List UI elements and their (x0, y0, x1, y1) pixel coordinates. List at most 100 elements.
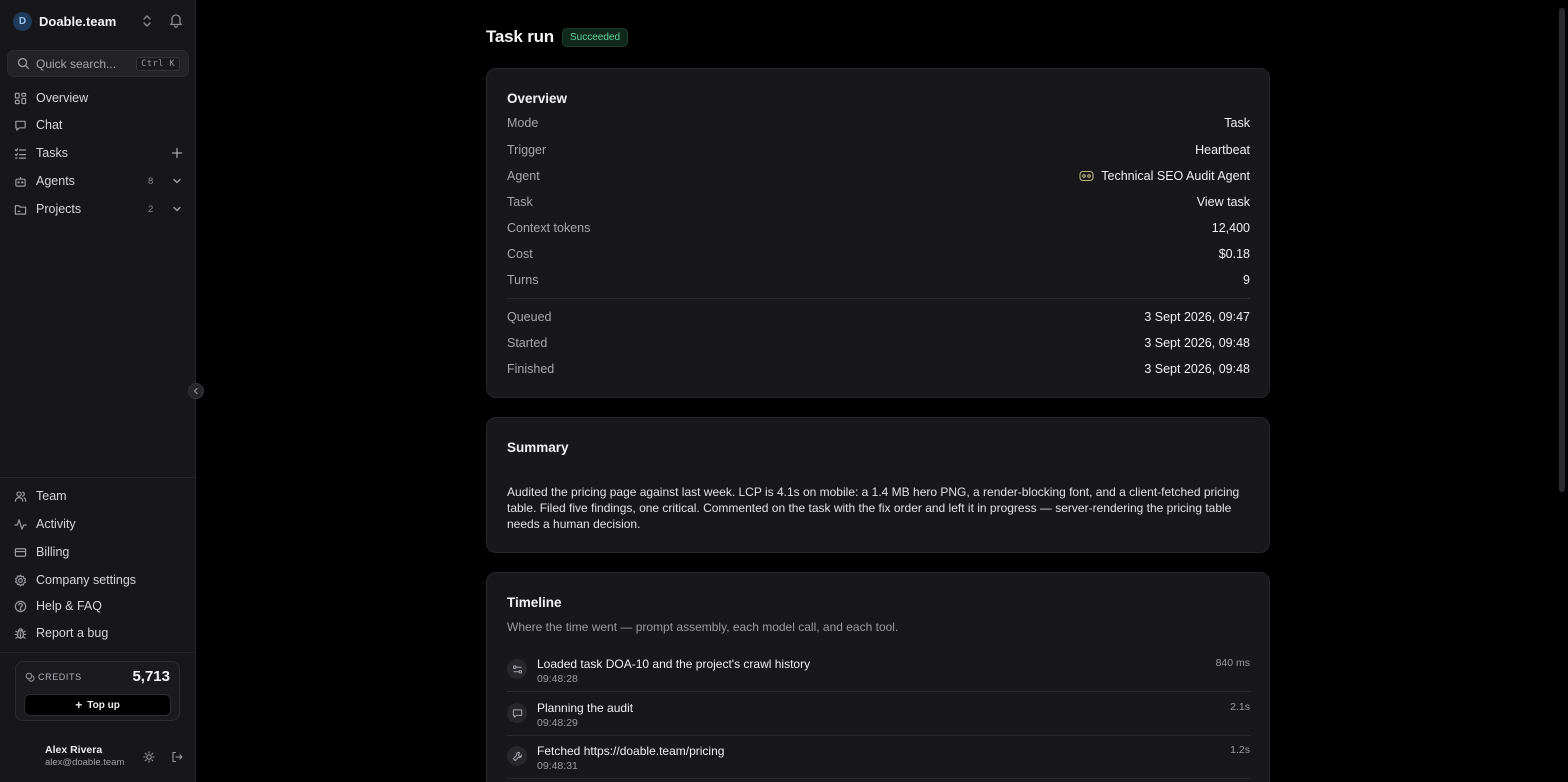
credits-label: CREDITS (25, 672, 82, 682)
user-email: alex@doable.team (45, 757, 125, 768)
sidebar-item-agents[interactable]: Agents 8 (14, 170, 186, 192)
overview-title: Overview (507, 91, 568, 106)
timeline-subtitle: Where the time went — prompt assembly, e… (507, 620, 899, 634)
chevron-down-icon[interactable] (171, 203, 183, 215)
timeline-divider (507, 735, 1250, 736)
overview-row-agent: Agent Technical SEO Audit Agent (507, 169, 1250, 185)
row-value: 9 (1243, 273, 1250, 287)
row-value: 3 Sept 2026, 09:47 (1144, 310, 1250, 324)
row-value: 3 Sept 2026, 09:48 (1144, 336, 1250, 350)
sidebar-item-help[interactable]: Help & FAQ (14, 595, 186, 617)
sidebar-item-activity[interactable]: Activity (14, 513, 186, 535)
timeline-item[interactable]: Fetched https://doable.team/pricing 09:4… (507, 744, 1250, 782)
timeline-item-title: Loaded task DOA-10 and the project's cra… (537, 657, 811, 671)
projects-count: 2 (148, 203, 154, 215)
sidebar-item-label: Activity (36, 517, 76, 531)
agent-link[interactable]: Technical SEO Audit Agent (1079, 169, 1250, 183)
chat-icon (15, 120, 26, 131)
gear-icon (14, 573, 27, 587)
page-title: Task run (486, 27, 554, 46)
sidebar-item-label: Company settings (36, 573, 137, 587)
timeline-item-duration: 840 ms (1215, 657, 1250, 669)
agent-avatar-icon (1079, 170, 1094, 182)
overview-card: Overview Mode Task Trigger Heartbeat Age… (486, 68, 1270, 398)
row-label: Started (507, 336, 548, 350)
quick-search[interactable]: Quick search... Ctrl K (7, 50, 189, 77)
sidebar-item-label: Tasks (36, 146, 68, 160)
row-value: $0.18 (1218, 247, 1250, 261)
timeline-item[interactable]: Planning the audit 09:48:29 2.1s (507, 701, 1250, 739)
timeline-card: Timeline Where the time went — prompt as… (486, 572, 1270, 782)
row-label: Turns (507, 273, 539, 287)
overview-row-context-tokens: Context tokens 12,400 (507, 221, 1250, 237)
bell-icon[interactable] (169, 12, 183, 28)
timeline-item-duration: 2.1s (1230, 701, 1250, 713)
row-value: Task (1224, 116, 1250, 130)
overview-divider (507, 298, 1250, 299)
timeline-item-title: Planning the audit (537, 701, 634, 715)
timeline-divider (507, 778, 1250, 779)
sidebar: D Doable.team Quick search... Ctrl K Ove… (0, 0, 196, 782)
workspace-avatar: D (13, 11, 32, 31)
overview-row-task: Task View task (507, 195, 1250, 211)
overview-row-queued: Queued 3 Sept 2026, 09:47 (507, 310, 1250, 326)
sun-icon[interactable] (143, 751, 155, 763)
sidebar-divider (0, 477, 196, 478)
workspace-switcher[interactable]: D Doable.team (13, 11, 183, 31)
sidebar-item-company-settings[interactable]: Company settings (14, 569, 186, 591)
chevron-left-icon (193, 387, 198, 395)
search-placeholder: Quick search... (36, 56, 117, 71)
workspace-name: Doable.team (39, 13, 117, 29)
row-label: Trigger (507, 143, 547, 157)
top-up-button[interactable]: + Top up (24, 694, 171, 716)
sidebar-item-billing[interactable]: Billing (14, 541, 186, 563)
chevron-up-down-icon[interactable] (141, 13, 153, 29)
top-up-label: Top up (87, 699, 120, 711)
page-scrollbar[interactable] (1559, 8, 1565, 492)
row-value: 12,400 (1211, 221, 1250, 235)
chevron-down-icon[interactable] (171, 175, 183, 187)
sidebar-item-label: Chat (36, 118, 63, 132)
row-label: Finished (507, 362, 555, 376)
row-value: 3 Sept 2026, 09:48 (1144, 362, 1250, 376)
row-label: Queued (507, 310, 552, 324)
user-profile[interactable]: Alex Rivera alex@doable.team (45, 744, 124, 768)
sidebar-item-label: Overview (36, 91, 89, 105)
credits-label-text: CREDITS (38, 672, 82, 682)
credits-panel: CREDITS 5,713 + Top up (15, 661, 180, 721)
overview-row-started: Started 3 Sept 2026, 09:48 (507, 336, 1250, 352)
sidebar-item-label: Help & FAQ (36, 599, 102, 613)
overview-row-turns: Turns 9 (507, 273, 1250, 289)
credits-value: 5,713 (132, 668, 170, 685)
coins-icon (25, 672, 35, 682)
timeline-title: Timeline (507, 595, 562, 610)
sidebar-item-label: Billing (36, 545, 70, 559)
timeline-item-time: 09:48:29 (537, 717, 578, 729)
timeline-item[interactable]: Loaded task DOA-10 and the project's cra… (507, 657, 1250, 695)
overview-row-trigger: Trigger Heartbeat (507, 143, 1250, 159)
sidebar-item-projects[interactable]: Projects 2 (14, 198, 186, 220)
timeline-item-time: 09:48:31 (537, 760, 578, 772)
overview-row-finished: Finished 3 Sept 2026, 09:48 (507, 362, 1250, 378)
folder-icon (14, 204, 27, 215)
activity-icon (14, 518, 27, 530)
agents-count: 8 (148, 175, 154, 187)
list-check-icon (14, 147, 27, 159)
row-label: Mode (507, 116, 539, 130)
sidebar-item-team[interactable]: Team (14, 485, 186, 507)
sidebar-item-tasks[interactable]: Tasks (14, 142, 186, 164)
logout-icon[interactable] (171, 751, 183, 763)
sidebar-item-chat[interactable]: Chat (14, 114, 186, 136)
help-circle-icon (14, 600, 27, 612)
timeline-item-title: Fetched https://doable.team/pricing (537, 744, 725, 758)
plus-icon[interactable] (171, 147, 183, 159)
bug-icon (14, 627, 27, 639)
sidebar-item-overview[interactable]: Overview (14, 87, 186, 109)
sidebar-item-report-bug[interactable]: Report a bug (14, 622, 186, 644)
app: D Doable.team Quick search... Ctrl K Ove… (0, 0, 1568, 782)
view-task-link[interactable]: View task (1197, 195, 1250, 209)
assembly-icon (507, 659, 527, 679)
collapse-sidebar-button[interactable] (188, 383, 204, 399)
credit-card-icon (14, 547, 27, 557)
sidebar-item-label: Team (36, 489, 67, 503)
